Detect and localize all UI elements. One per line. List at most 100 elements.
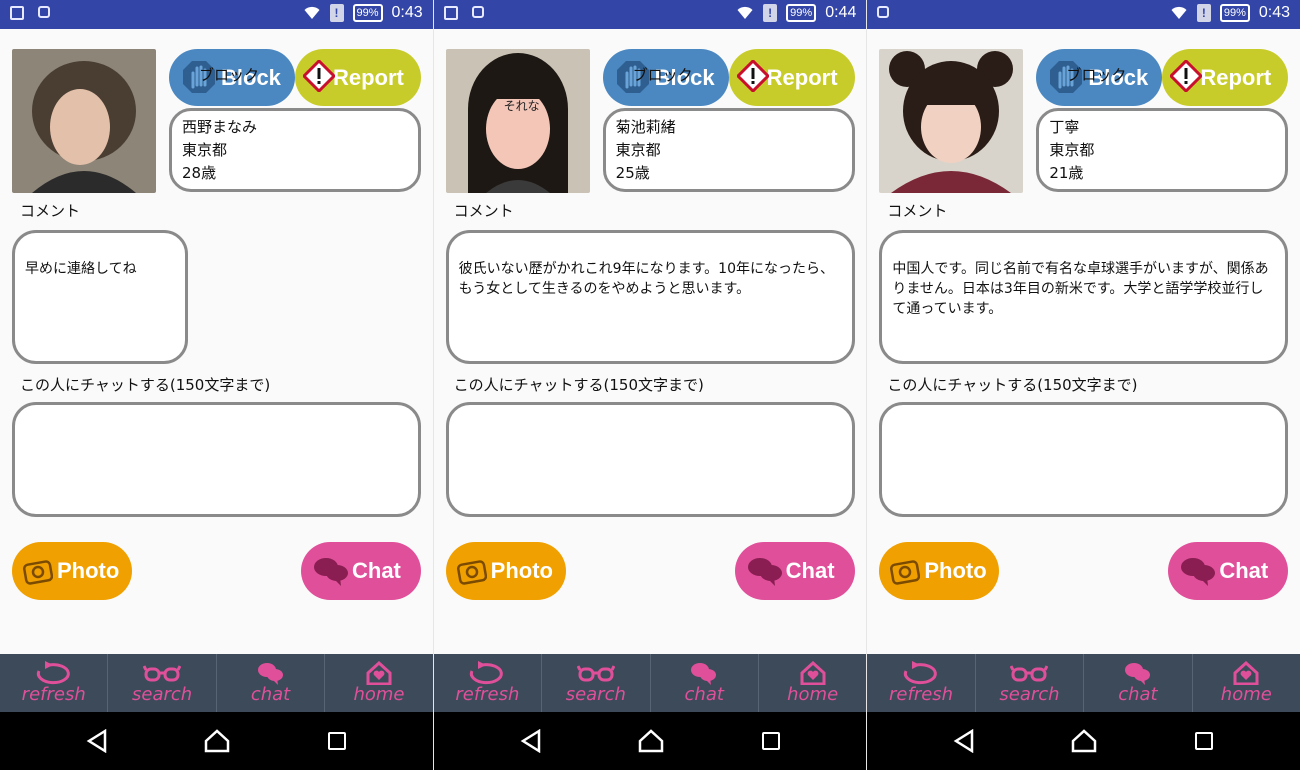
profile-photo[interactable]: それな <box>445 49 590 193</box>
profile-photo[interactable] <box>12 49 156 193</box>
nav-search-label: search <box>999 684 1060 705</box>
photo-label: Photo <box>924 558 987 583</box>
chat-button[interactable]: Chat <box>1168 542 1289 600</box>
wifi-icon <box>1171 6 1187 20</box>
battery-indicator: 99% <box>786 4 817 22</box>
recent-apps-icon[interactable] <box>328 732 346 750</box>
block-label-jp: ブロック <box>199 66 260 84</box>
block-button[interactable]: Block ブロック <box>602 49 729 106</box>
gallery-notification-icon <box>10 6 24 20</box>
status-indicators: ! 99% 0:43 <box>1170 4 1290 22</box>
nav-home-label: home <box>353 684 405 705</box>
photo-button[interactable]: Photo <box>12 542 132 600</box>
glasses-icon <box>576 665 615 682</box>
sim-alert-icon: ! <box>1196 4 1211 22</box>
recent-apps-icon[interactable] <box>1195 732 1214 750</box>
chat-icon <box>257 663 283 685</box>
comment-label: コメント <box>887 202 948 220</box>
profile-area: 東京都 <box>182 141 228 159</box>
chat-bubbles-icon <box>1181 558 1216 586</box>
block-button[interactable]: Block ブロック <box>169 49 295 106</box>
battery-indicator: 99% <box>352 4 383 22</box>
nav-chat[interactable]: chat <box>217 654 326 712</box>
report-button[interactable]: Report <box>1162 49 1289 106</box>
chat-input-label: この人にチャットする(150文字まで) <box>453 376 704 394</box>
nav-refresh[interactable]: refresh <box>434 654 543 712</box>
status-indicators: ! 99% 0:43 <box>303 4 423 22</box>
camera-icon <box>890 560 921 585</box>
profile-info-box: 丁寧 東京都 21歳 <box>1036 108 1289 192</box>
report-button[interactable]: Report <box>295 49 421 106</box>
back-icon[interactable] <box>520 729 542 753</box>
report-label: Report <box>1200 64 1272 90</box>
nav-home[interactable]: home <box>1193 654 1300 712</box>
notification-icons <box>443 6 484 20</box>
home-icon[interactable] <box>204 729 230 753</box>
chat-message-input[interactable] <box>12 402 421 517</box>
profile-info-box: 西野まなみ 東京都 28歳 <box>169 108 421 192</box>
screenshot-collage: ! 99% 0:43 Block ブロック Report 西野まなみ 東京都 2… <box>0 0 1300 770</box>
glasses-icon <box>143 665 182 682</box>
sim-alert-icon: ! <box>329 4 344 22</box>
comment-box: 早めに連絡してね <box>12 230 188 364</box>
nav-refresh-label: refresh <box>889 684 954 705</box>
profile-photo[interactable] <box>879 49 1024 193</box>
profile-name: 西野まなみ <box>182 118 258 136</box>
report-button[interactable]: Report <box>728 49 855 106</box>
clock: 0:44 <box>825 4 857 21</box>
nav-home[interactable]: home <box>325 654 432 712</box>
nav-home[interactable]: home <box>759 654 866 712</box>
profile-name: 丁寧 <box>1049 118 1080 136</box>
recent-apps-icon[interactable] <box>761 732 780 750</box>
wifi-icon <box>304 6 319 20</box>
chat-input-label: この人にチャットする(150文字まで) <box>887 376 1138 394</box>
home-icon[interactable] <box>1071 729 1097 753</box>
gallery-notification-icon <box>443 6 458 20</box>
nav-search[interactable]: search <box>976 654 1085 712</box>
status-indicators: ! 99% 0:44 <box>736 4 856 22</box>
nav-chat[interactable]: chat <box>651 654 759 712</box>
nav-search[interactable]: search <box>108 654 217 712</box>
profile-area: 東京都 <box>615 141 661 159</box>
chat-button[interactable]: Chat <box>301 542 421 600</box>
home-heart-icon <box>800 661 826 685</box>
phone-screen-3: ! 99% 0:43 Block ブロック Report 丁寧 東京都 21歳 … <box>866 0 1300 770</box>
chat-label: Chat <box>1219 558 1269 583</box>
nav-chat[interactable]: chat <box>1084 654 1193 712</box>
profile-photo-image <box>879 49 1024 193</box>
nav-chat-label: chat <box>684 684 724 705</box>
refresh-icon <box>36 661 70 685</box>
back-icon[interactable] <box>86 729 108 753</box>
comment-label: コメント <box>453 202 514 220</box>
photo-button[interactable]: Photo <box>879 542 1000 600</box>
photo-button[interactable]: Photo <box>445 542 566 600</box>
refresh-icon <box>470 661 504 685</box>
back-icon[interactable] <box>953 729 975 753</box>
notification-icons <box>877 6 890 18</box>
report-label: Report <box>766 64 838 90</box>
app-notification-icon <box>471 6 484 18</box>
nav-refresh-label: refresh <box>455 684 520 705</box>
system-nav-bar <box>433 712 867 770</box>
home-heart-icon <box>366 661 392 685</box>
bottom-nav: refresh search chat home <box>867 654 1300 712</box>
profile-area: 東京都 <box>1049 141 1095 159</box>
warning-icon <box>303 60 335 92</box>
block-label-jp: ブロック <box>1066 66 1127 84</box>
home-icon[interactable] <box>638 729 664 753</box>
chat-button[interactable]: Chat <box>734 542 855 600</box>
phone-screen-2: ! 99% 0:44 それな Block ブロック Report 菊池莉緒 東京… <box>432 0 867 770</box>
comment-label: コメント <box>20 202 81 220</box>
clock: 0:43 <box>391 4 423 21</box>
chat-message-input[interactable] <box>445 402 855 517</box>
app-notification-icon <box>877 6 890 18</box>
nav-refresh[interactable]: refresh <box>0 654 109 712</box>
nav-refresh[interactable]: refresh <box>867 654 976 712</box>
bottom-nav: refresh search chat home <box>0 654 433 712</box>
glasses-icon <box>1010 665 1049 682</box>
chat-message-input[interactable] <box>879 402 1289 517</box>
system-nav-bar <box>867 712 1300 770</box>
nav-search[interactable]: search <box>542 654 651 712</box>
block-button[interactable]: Block ブロック <box>1036 49 1163 106</box>
nav-chat-label: chat <box>1118 684 1158 705</box>
